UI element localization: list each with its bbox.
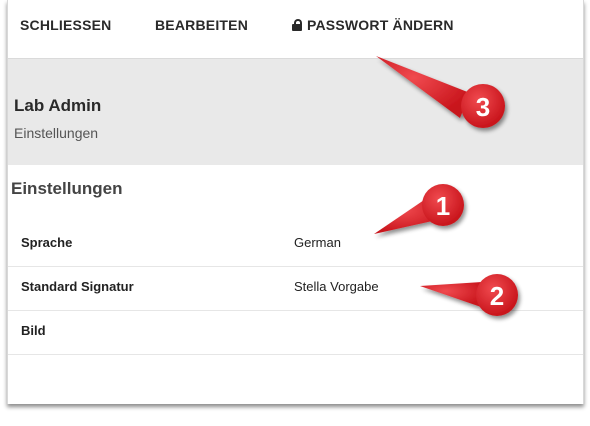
settings-row-image: Bild: [8, 310, 583, 355]
close-button[interactable]: SCHLIESSEN: [20, 17, 111, 33]
change-password-label: PASSWORT ÄNDERN: [307, 17, 454, 33]
lock-icon: [292, 19, 302, 31]
change-password-button[interactable]: PASSWORT ÄNDERN: [292, 17, 454, 33]
user-subtitle: Einstellungen: [14, 125, 99, 141]
settings-row-signature: Standard Signatur Stella Vorgabe: [8, 266, 583, 311]
settings-row-language: Sprache German: [8, 222, 583, 267]
language-value: German: [294, 235, 341, 250]
signature-value: Stella Vorgabe: [294, 279, 379, 294]
signature-label: Standard Signatur: [21, 279, 134, 294]
edit-button[interactable]: BEARBEITEN: [155, 17, 248, 33]
user-header: Lab Admin Einstellungen: [8, 59, 583, 165]
settings-panel: SCHLIESSEN BEARBEITEN PASSWORT ÄNDERN La…: [7, 0, 584, 404]
section-title: Einstellungen: [11, 179, 123, 198]
language-label: Sprache: [21, 235, 73, 250]
toolbar: SCHLIESSEN BEARBEITEN PASSWORT ÄNDERN: [8, 0, 583, 59]
user-name: Lab Admin: [14, 96, 102, 115]
image-label: Bild: [21, 323, 46, 338]
